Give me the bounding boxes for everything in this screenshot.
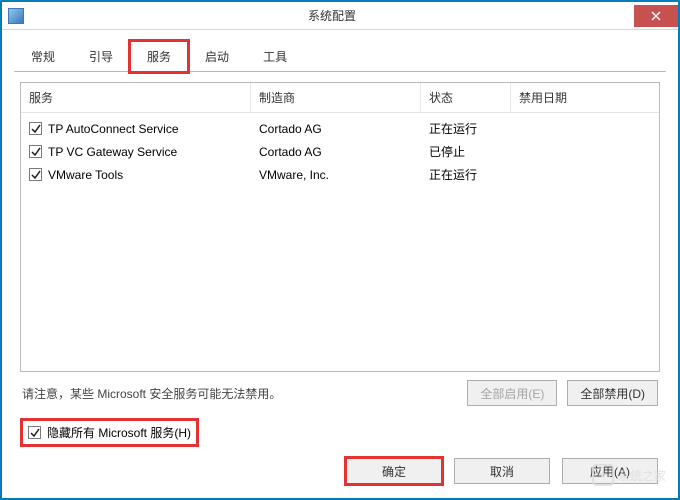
watermark: ✦ 系统之家	[592, 464, 666, 486]
hide-microsoft-label: 隐藏所有 Microsoft 服务(H)	[47, 424, 191, 441]
msconfig-window: 系统配置 常规引导服务启动工具 服务 制造商 状态 禁用日期 TP AutoCo…	[0, 0, 680, 500]
note-row: 请注意，某些 Microsoft 安全服务可能无法禁用。 全部启用(E) 全部禁…	[22, 380, 658, 406]
tab-2[interactable]: 服务	[130, 41, 188, 72]
services-list[interactable]: 服务 制造商 状态 禁用日期 TP AutoConnect Service Cor…	[20, 82, 660, 372]
close-icon	[651, 11, 661, 21]
table-row[interactable]: TP VC Gateway Service Cortado AG已停止	[21, 140, 659, 163]
titlebar: 系统配置	[2, 2, 678, 30]
close-button[interactable]	[634, 5, 678, 27]
tab-3[interactable]: 启动	[188, 41, 246, 72]
ok-button[interactable]: 确定	[346, 458, 442, 484]
status: 已停止	[421, 143, 511, 160]
tab-panel-services: 服务 制造商 状态 禁用日期 TP AutoConnect Service Cor…	[20, 82, 660, 451]
cancel-button[interactable]: 取消	[454, 458, 550, 484]
watermark-icon: ✦	[592, 464, 614, 486]
col-status[interactable]: 状态	[421, 83, 511, 112]
list-body: TP AutoConnect ServiceCortado AG正在运行TP V…	[21, 113, 659, 190]
service-name: TP AutoConnect Service	[48, 122, 179, 136]
window-title: 系统配置	[30, 7, 634, 24]
service-name: VMware Tools	[48, 168, 123, 182]
manufacturer: Cortado AG	[251, 122, 421, 136]
hide-microsoft-checkbox[interactable]: 隐藏所有 Microsoft 服务(H)	[22, 420, 197, 445]
manufacturer: VMware, Inc.	[251, 168, 421, 182]
service-name: TP VC Gateway Service	[48, 145, 177, 159]
col-disabled-date[interactable]: 禁用日期	[511, 83, 659, 112]
checkbox-icon	[28, 426, 41, 439]
row-checkbox[interactable]	[29, 168, 42, 181]
row-checkbox[interactable]	[29, 145, 42, 158]
tab-0[interactable]: 常规	[14, 41, 72, 72]
enable-all-button[interactable]: 全部启用(E)	[467, 380, 557, 406]
enable-disable-row: 全部启用(E) 全部禁用(D)	[467, 380, 658, 406]
note-text: 请注意，某些 Microsoft 安全服务可能无法禁用。	[22, 385, 281, 402]
col-manufacturer[interactable]: 制造商	[251, 83, 421, 112]
list-header: 服务 制造商 状态 禁用日期	[21, 83, 659, 113]
status: 正在运行	[421, 120, 511, 137]
app-icon	[8, 8, 24, 24]
col-service[interactable]: 服务	[21, 83, 251, 112]
manufacturer: Cortado AG	[251, 145, 421, 159]
table-row[interactable]: VMware Tools VMware, Inc.正在运行	[21, 163, 659, 186]
tab-4[interactable]: 工具	[246, 41, 304, 72]
tab-bar: 常规引导服务启动工具	[14, 40, 666, 72]
tab-1[interactable]: 引导	[72, 41, 130, 72]
status: 正在运行	[421, 166, 511, 183]
disable-all-button[interactable]: 全部禁用(D)	[567, 380, 658, 406]
row-checkbox[interactable]	[29, 122, 42, 135]
table-row[interactable]: TP AutoConnect Service Cortado AG正在运行	[21, 117, 659, 140]
